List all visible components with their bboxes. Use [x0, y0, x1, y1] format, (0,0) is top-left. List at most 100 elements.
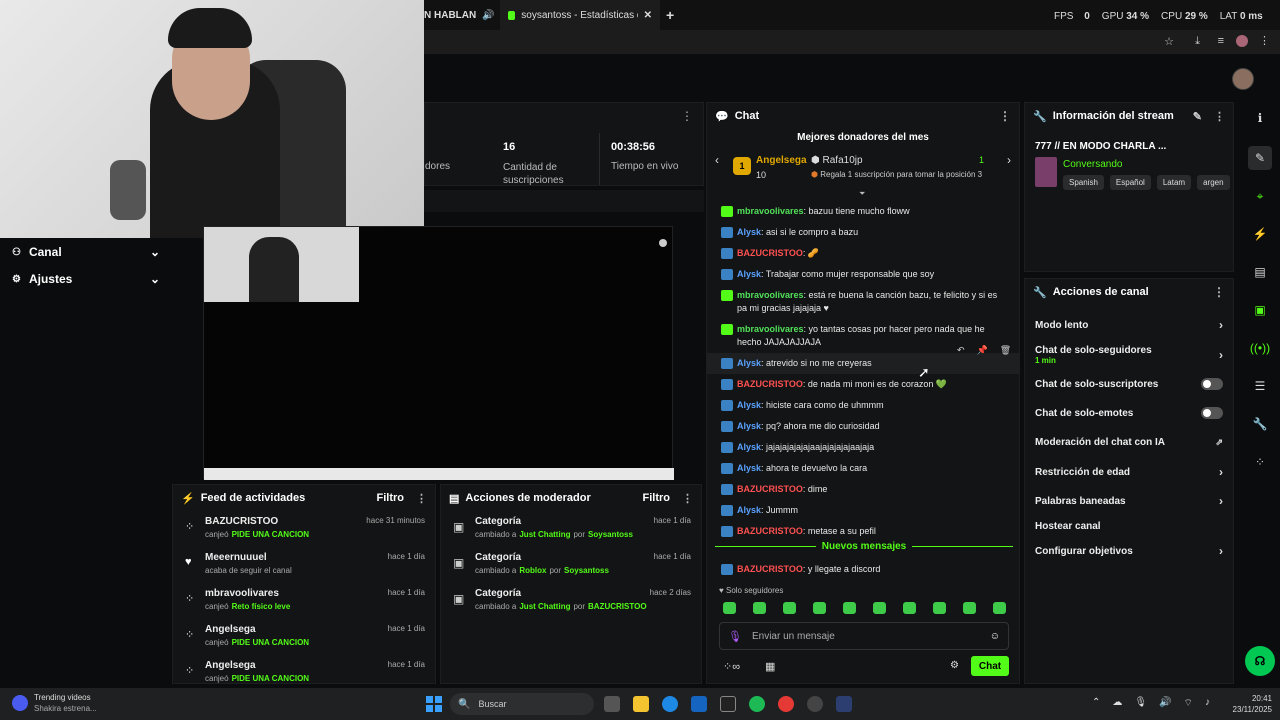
- support-chat-icon[interactable]: ☊: [1245, 646, 1275, 676]
- mod-action-user[interactable]: BAZUCRISTOO: [588, 602, 647, 611]
- more-options-icon[interactable]: ⋮: [1213, 285, 1225, 299]
- browser-menu-icon[interactable]: ⋮: [1259, 34, 1270, 47]
- chat-username[interactable]: mbravoolivares: [737, 324, 804, 334]
- more-options-icon[interactable]: ⋮: [682, 492, 693, 505]
- emote-icon[interactable]: [723, 602, 736, 614]
- profile-avatar-icon[interactable]: [1236, 35, 1248, 47]
- chat-message[interactable]: BAZUCRISTOO: metase a su pefil: [707, 521, 1019, 542]
- send-chat-button[interactable]: Chat: [971, 656, 1009, 676]
- filter-button[interactable]: Filtro: [643, 492, 671, 504]
- reply-icon[interactable]: ↶: [957, 345, 965, 356]
- wifi-icon[interactable]: ⌔: [1184, 697, 1193, 710]
- user-avatar[interactable]: [1232, 68, 1254, 90]
- obs-icon[interactable]: [807, 696, 823, 712]
- star-icon[interactable]: ☆: [1164, 35, 1174, 48]
- activity-user[interactable]: BAZUCRISTOO: [205, 516, 278, 527]
- broadcast-icon[interactable]: ((•)): [1248, 336, 1272, 360]
- info-icon[interactable]: ℹ: [1248, 106, 1272, 130]
- chat-message[interactable]: Alysk: ahora te devuelvo la cara: [707, 458, 1019, 479]
- stream-category[interactable]: Conversando: [1063, 159, 1122, 170]
- emotes-picker-icon[interactable]: ⁘∞: [723, 660, 740, 673]
- delete-icon[interactable]: 🗑: [1000, 345, 1011, 356]
- microphone-icon[interactable]: 🎙: [1134, 697, 1147, 710]
- speaker-icon[interactable]: ♪: [1205, 697, 1210, 710]
- store-icon[interactable]: ▦: [765, 660, 775, 673]
- activity-item[interactable]: ⁘ Angelsega hace 1 día canjeó PIDE UNA CANCI…: [173, 619, 435, 655]
- task-view-icon[interactable]: [604, 696, 620, 712]
- activity-item[interactable]: ♥ Meeernuuuel hace 1 día acaba de seguir el…: [173, 547, 435, 583]
- chat-username[interactable]: Alysk: [737, 227, 761, 237]
- emote-icon[interactable]: [813, 602, 826, 614]
- edge-icon[interactable]: [662, 696, 678, 712]
- microphone-icon[interactable]: 🎙: [728, 630, 742, 643]
- mod-action-cat[interactable]: Just Chatting: [519, 530, 570, 539]
- chat-username[interactable]: BAZUCRISTOO: [737, 248, 803, 258]
- chat-settings-icon[interactable]: ⚙: [950, 660, 959, 671]
- chevron-up-icon[interactable]: ⌃: [1092, 697, 1100, 710]
- download-icon[interactable]: ⤓: [1195, 35, 1200, 48]
- chat-username[interactable]: Alysk: [737, 400, 761, 410]
- emotes-only-toggle[interactable]: [1201, 407, 1223, 419]
- chat-message[interactable]: Alysk: Trabajar como mujer responsable q…: [707, 264, 1019, 285]
- app-icon[interactable]: [836, 696, 852, 712]
- collapse-icon[interactable]: ⏷: [859, 189, 865, 199]
- chat-message[interactable]: mbravoolivares: bazuu tiene mucho floww: [707, 201, 1019, 222]
- chat-input[interactable]: 🎙 Enviar un mensaje ☺: [719, 622, 1009, 650]
- edit-icon[interactable]: ✎: [1193, 110, 1202, 123]
- clipboard-icon[interactable]: ▤: [1248, 260, 1272, 284]
- news-widget-icon[interactable]: [12, 695, 28, 711]
- chat-message[interactable]: Alysk: hiciste cara como de uhmmm: [707, 395, 1019, 416]
- spotify-icon[interactable]: [749, 696, 765, 712]
- more-options-icon[interactable]: ⋮: [681, 109, 693, 123]
- chat-message[interactable]: Alysk: asi si le compro a bazu: [707, 222, 1019, 243]
- subscribers-only-toggle[interactable]: [1201, 378, 1223, 390]
- chat-message[interactable]: BAZUCRISTOO: 🥜: [707, 243, 1019, 264]
- menu-list-icon[interactable]: ≡: [1218, 35, 1224, 47]
- followers-only-row[interactable]: Chat de solo-seguidores 1 min ›: [1025, 343, 1233, 367]
- mod-action-item[interactable]: ▣ Categoría hace 1 día cambiado a Just Chatt…: [441, 511, 701, 547]
- wrench-icon[interactable]: 🔧: [1248, 412, 1272, 436]
- chevron-right-icon[interactable]: ›: [1007, 153, 1011, 167]
- mod-action-cat[interactable]: Roblox: [519, 566, 546, 575]
- chevron-left-icon[interactable]: ‹: [715, 153, 719, 167]
- banned-words-row[interactable]: Palabras baneadas ›: [1025, 493, 1233, 509]
- chat-username[interactable]: Alysk: [737, 358, 761, 368]
- store-app-icon[interactable]: [691, 696, 707, 712]
- host-channel-row[interactable]: Hostear canal: [1025, 518, 1233, 534]
- chat-message[interactable]: BAZUCRISTOO: y llegate a discord: [707, 559, 1019, 580]
- emote-icon[interactable]: [933, 602, 946, 614]
- activity-user[interactable]: Meeernuuuel: [205, 552, 267, 563]
- mod-action-item[interactable]: ▣ Categoría hace 1 día cambiado a Roblox por S…: [441, 547, 701, 583]
- activity-item[interactable]: ⁘ Angelsega hace 1 día canjeó PIDE UNA CANCI…: [173, 655, 435, 683]
- chat-username[interactable]: Alysk: [737, 463, 761, 473]
- taskbar-search[interactable]: 🔍 Buscar: [450, 693, 594, 715]
- activity-item[interactable]: ⁘ mbravoolivares hace 1 día canjeó Reto físi…: [173, 583, 435, 619]
- pin-icon[interactable]: 📌: [977, 345, 988, 356]
- mod-action-item[interactable]: ▣ Categoría hace 2 días cambiado a Just Chat…: [441, 583, 701, 619]
- more-options-icon[interactable]: ⋮: [416, 492, 427, 505]
- emote-icon[interactable]: [753, 602, 766, 614]
- clock[interactable]: 20:41 23/11/2025: [1233, 693, 1272, 715]
- chat-username[interactable]: mbravoolivares: [737, 290, 804, 300]
- emote-icon[interactable]: [843, 602, 856, 614]
- chat-message[interactable]: Alysk: jajajajajajajaajajajajajaajaja: [707, 437, 1019, 458]
- yahoo-icon[interactable]: [720, 696, 736, 712]
- chat-message[interactable]: BAZUCRISTOO: dime: [707, 479, 1019, 500]
- activity-item[interactable]: ⁘ BAZUCRISTOO hace 31 minutos canjeó PIDE UN…: [173, 511, 435, 547]
- widget-title[interactable]: Trending videos: [34, 693, 91, 702]
- chat-username[interactable]: Alysk: [737, 421, 761, 431]
- emote-icon[interactable]: [903, 602, 916, 614]
- emote-icon[interactable]: [783, 602, 796, 614]
- emote-icon[interactable]: [993, 602, 1006, 614]
- file-explorer-icon[interactable]: [633, 696, 649, 712]
- chat-message[interactable]: Alysk: atrevido si no me creyeras: [707, 353, 1019, 374]
- emote-icon[interactable]: [963, 602, 976, 614]
- close-tab-icon[interactable]: ✕: [644, 10, 652, 21]
- configure-goals-row[interactable]: Configurar objetivos ›: [1025, 543, 1233, 559]
- filter-button[interactable]: Filtro: [377, 492, 405, 504]
- chat-username[interactable]: Alysk: [737, 442, 761, 452]
- apps-icon[interactable]: ⁘: [1248, 450, 1272, 474]
- lightning-icon[interactable]: ⚡: [1248, 222, 1272, 246]
- volume-icon[interactable]: 🔊: [1159, 697, 1171, 710]
- emote-icon[interactable]: [873, 602, 886, 614]
